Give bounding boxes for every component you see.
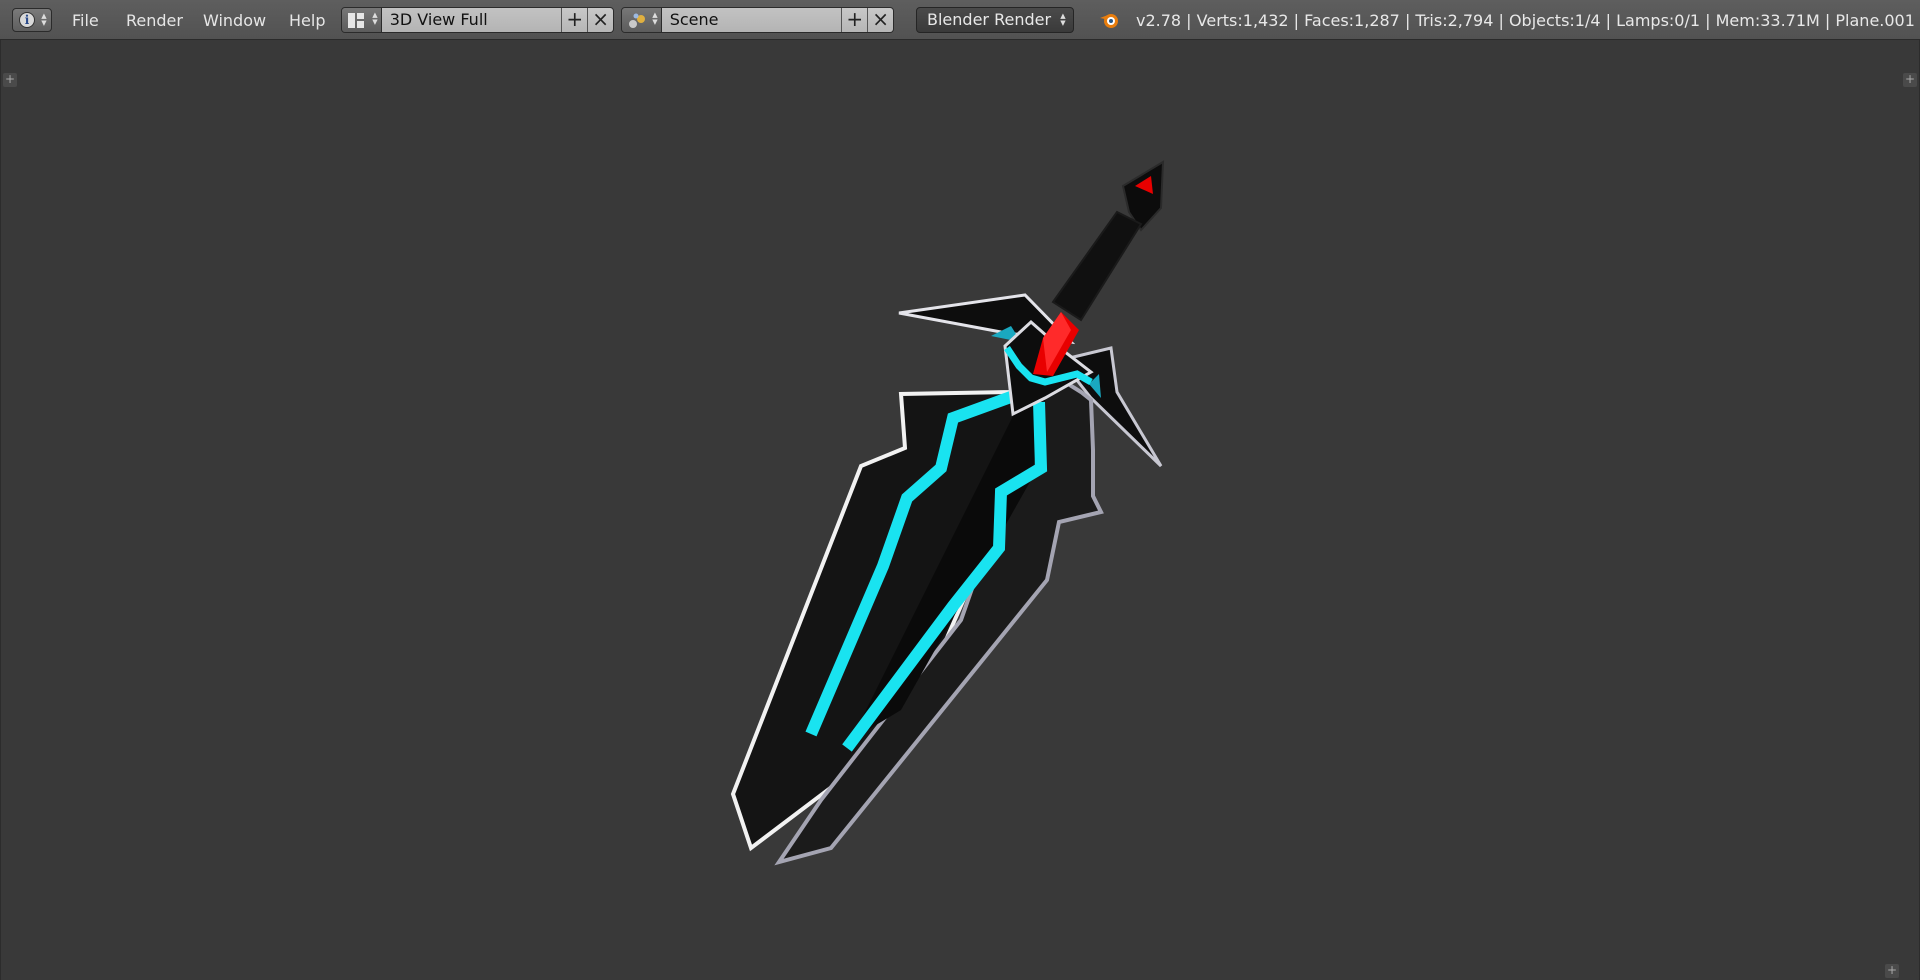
menu-file[interactable]: File bbox=[72, 0, 99, 40]
updown-arrows-icon: ▲ ▼ bbox=[652, 11, 658, 26]
scene-selector[interactable]: ▲ ▼ Scene + × bbox=[621, 7, 894, 33]
scene-statistics: v2.78 | Verts:1,432 | Faces:1,287 | Tris… bbox=[1136, 11, 1915, 30]
render-engine-value: Blender Render bbox=[927, 10, 1052, 29]
blender-logo-icon bbox=[1100, 14, 1118, 28]
plus-icon[interactable]: + bbox=[841, 8, 868, 32]
3d-viewport[interactable]: + + + bbox=[0, 40, 1920, 980]
render-engine-dropdown[interactable]: Blender Render ▲ ▼ bbox=[916, 7, 1074, 33]
sword-grip bbox=[1051, 210, 1143, 322]
scene-name[interactable]: Scene bbox=[661, 8, 842, 32]
screen-layout-selector[interactable]: ▲ ▼ 3D View Full + × bbox=[341, 7, 614, 33]
info-header: i ▲ ▼ File Render Window Help ▲ ▼ 3D View … bbox=[0, 0, 1920, 40]
updown-arrows-icon: ▲ ▼ bbox=[41, 12, 47, 27]
screen-layout-icon[interactable]: ▲ ▼ bbox=[342, 8, 382, 32]
menu-window[interactable]: Window bbox=[203, 0, 266, 40]
menu-help[interactable]: Help bbox=[289, 0, 325, 40]
screen-layout-name[interactable]: 3D View Full bbox=[381, 8, 562, 32]
x-icon[interactable]: × bbox=[587, 8, 613, 32]
x-icon[interactable]: × bbox=[867, 8, 893, 32]
plus-icon[interactable]: + bbox=[561, 8, 588, 32]
info-icon: i bbox=[19, 12, 35, 28]
menu-render[interactable]: Render bbox=[126, 0, 183, 40]
editor-type-button[interactable]: i ▲ ▼ bbox=[12, 8, 52, 32]
updown-arrows-icon: ▲ ▼ bbox=[372, 11, 378, 26]
sword-model bbox=[730, 160, 1165, 866]
scene-icon[interactable]: ▲ ▼ bbox=[622, 8, 662, 32]
updown-arrows-icon: ▲ ▼ bbox=[1060, 12, 1066, 27]
